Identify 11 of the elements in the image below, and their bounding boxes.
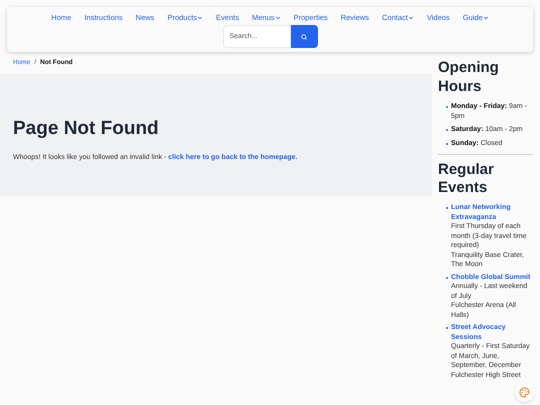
chevron-down-icon [408, 14, 414, 21]
palette-icon [519, 387, 530, 398]
page-title: Page Not Found [13, 117, 160, 142]
chevron-down-icon [482, 14, 489, 21]
chevron-down-icon [274, 14, 280, 21]
chevron-down-icon [197, 14, 204, 21]
sidebar-heading: Regular Events [438, 161, 495, 198]
search-icon [301, 34, 307, 40]
search-button[interactable] [290, 25, 318, 48]
theme-button[interactable] [515, 383, 534, 402]
sidebar-heading: Opening Hours [438, 58, 500, 96]
